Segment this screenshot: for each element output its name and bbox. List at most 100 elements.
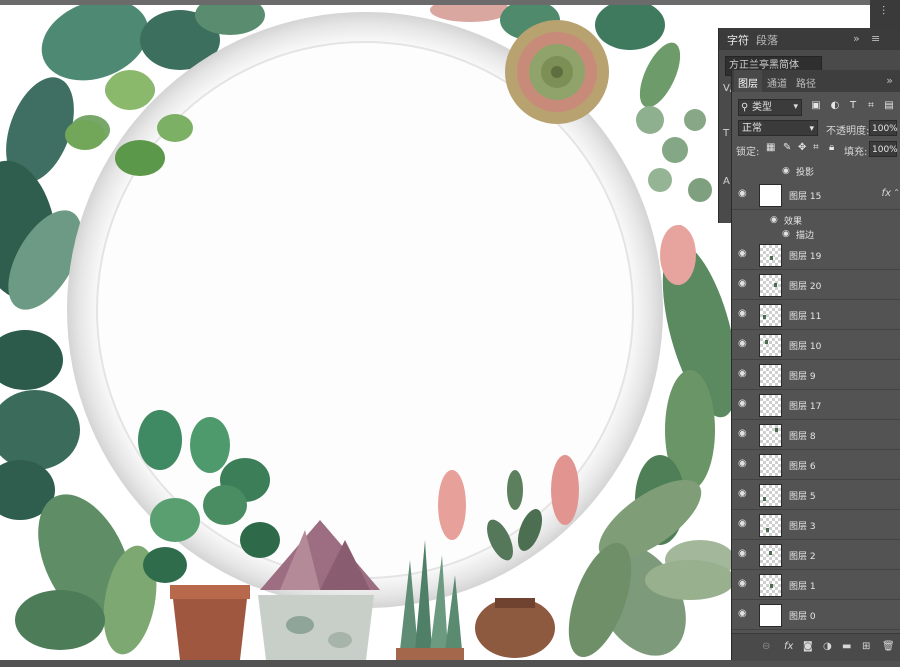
layer-thumbnail — [759, 544, 782, 567]
layer-thumbnail — [759, 424, 782, 447]
layer-name: 图层 17 — [789, 402, 822, 412]
layer-row[interactable]: ◉ 图层 17 — [732, 390, 900, 420]
filter-adjustment-icon[interactable]: ◐ — [829, 100, 841, 112]
layer-row[interactable]: ◉ 图层 3 — [732, 510, 900, 540]
eye-icon[interactable]: ◉ — [738, 339, 750, 349]
panel-icon-1[interactable]: ⫶ — [882, 4, 885, 19]
lock-row: 锁定: ▦ ✎ ✥ ⌗ 🔒︎ 填充: 100% — [732, 139, 900, 159]
layers-panel-tabs: 图层 通道 路径 » — [732, 70, 900, 92]
filter-pixel-icon[interactable]: ▣ — [810, 100, 822, 112]
panel-menu-icon[interactable]: ≡ — [871, 32, 880, 45]
eye-icon[interactable]: ◉ — [738, 189, 750, 199]
fx-icon[interactable]: fx — [784, 641, 793, 652]
eye-icon[interactable]: ◉ — [738, 309, 750, 319]
layer-name: 图层 10 — [789, 342, 822, 352]
mask-icon[interactable]: ◙ — [803, 641, 813, 652]
tab-paragraph[interactable]: 段落 — [756, 32, 778, 48]
blend-mode-select[interactable]: 正常 ▾ — [738, 120, 818, 136]
layer-row[interactable]: ◉ 图层 2 — [732, 540, 900, 570]
lock-transparent-icon[interactable]: ▦ — [766, 142, 775, 153]
layer-row[interactable]: ◉ 图层 15 fx ⌃ — [732, 180, 900, 210]
new-layer-icon[interactable]: ⊞ — [862, 641, 870, 652]
eye-icon[interactable]: ◉ — [738, 369, 750, 379]
tab-character[interactable]: 字符 — [727, 32, 749, 48]
blend-mode-value: 正常 — [742, 123, 762, 134]
layer-row[interactable]: ◉ 图层 10 — [732, 330, 900, 360]
layer-name: 图层 1 — [789, 582, 816, 592]
eye-icon[interactable]: ◉ — [770, 215, 778, 225]
eye-icon[interactable]: ◉ — [738, 489, 750, 499]
filter-smart-object-icon[interactable]: ▤ — [883, 100, 895, 112]
effect-row-stroke[interactable]: ◉ 描边 — [732, 226, 900, 241]
layer-name: 图层 3 — [789, 522, 816, 532]
lock-brush-icon[interactable]: ✎ — [783, 142, 791, 153]
character-panel-tabs: 字符 段落 » ≡ — [719, 28, 900, 50]
opacity-input[interactable]: 100% — [869, 120, 898, 136]
eye-icon[interactable]: ◉ — [738, 399, 750, 409]
collapse-icon[interactable]: » — [886, 74, 893, 87]
filter-kind-label: 类型 — [752, 102, 772, 113]
layer-row[interactable]: ◉ 图层 20 — [732, 270, 900, 300]
collapse-icon[interactable]: » — [853, 32, 860, 45]
eye-icon[interactable]: ◉ — [738, 459, 750, 469]
layer-name: 图层 15 — [789, 192, 822, 202]
trash-icon[interactable]: 🗑︎ — [882, 641, 895, 652]
layer-row[interactable]: ◉ 图层 8 — [732, 420, 900, 450]
filter-shape-icon[interactable]: ⌗ — [865, 100, 877, 112]
layer-name: 图层 5 — [789, 492, 816, 502]
effect-row-drop-shadow[interactable]: ◉ 投影 — [732, 163, 900, 178]
layer-row[interactable]: ◉ 图层 0 — [732, 600, 900, 630]
layer-row[interactable]: ◉ 图层 6 — [732, 450, 900, 480]
eye-icon[interactable]: ◉ — [738, 549, 750, 559]
eye-icon[interactable]: ◉ — [738, 609, 750, 619]
lock-all-icon[interactable]: 🔒︎ — [829, 142, 834, 153]
chevron-down-icon: ▾ — [809, 124, 814, 134]
layer-thumbnail — [759, 394, 782, 417]
layer-row[interactable]: ◉ 图层 11 — [732, 300, 900, 330]
layer-filter-row: ⚲ 类型 ▾ ▣ ◐ T ⌗ ▤ — [732, 96, 900, 116]
layer-row[interactable]: ◉ 图层 9 — [732, 360, 900, 390]
blend-row: 正常 ▾ 不透明度: 100% — [732, 118, 900, 138]
link-icon[interactable]: ⊖ — [762, 641, 770, 652]
eye-icon[interactable]: ◉ — [738, 579, 750, 589]
eye-icon[interactable]: ◉ — [782, 166, 790, 176]
layers-panel-footer: ⊖ fx ◙ ◑ ▬ ⊞ 🗑︎ — [732, 633, 900, 661]
layer-row[interactable]: ◉ 图层 19 — [732, 240, 900, 270]
layer-name: 图层 9 — [789, 372, 816, 382]
layer-name: 图层 2 — [789, 552, 816, 562]
layer-row[interactable]: ◉ 图层 5 — [732, 480, 900, 510]
lock-move-icon[interactable]: ✥ — [798, 142, 806, 153]
eye-icon[interactable]: ◉ — [738, 519, 750, 529]
layer-name: 图层 0 — [789, 612, 816, 622]
effect-name: 投影 — [796, 168, 815, 178]
tab-paths[interactable]: 路径 — [796, 75, 816, 90]
eye-icon[interactable]: ◉ — [738, 279, 750, 289]
layer-thumbnail — [759, 244, 782, 267]
filter-kind-select[interactable]: ⚲ 类型 ▾ — [738, 99, 802, 116]
chevron-down-icon: ▾ — [793, 102, 798, 112]
effects-group-row[interactable]: ◉ 效果 — [732, 212, 900, 227]
tab-channels[interactable]: 通道 — [767, 75, 787, 90]
layer-thumbnail — [759, 604, 782, 627]
eye-icon[interactable]: ◉ — [738, 249, 750, 259]
fx-icon[interactable]: fx — [882, 188, 891, 199]
chevron-up-icon[interactable]: ⌃ — [893, 188, 900, 197]
top-ruler — [0, 0, 880, 5]
layer-list[interactable]: ◉ 投影 ◉ 图层 15 fx ⌃ ◉ 效果 ◉ 描边 ◉ 图层 19 ◉ 图层… — [732, 159, 900, 633]
filter-type-icon[interactable]: T — [847, 100, 859, 112]
fill-input[interactable]: 100% — [869, 141, 898, 157]
layer-thumbnail — [759, 454, 782, 477]
eye-icon[interactable]: ◉ — [738, 429, 750, 439]
layer-thumbnail — [759, 514, 782, 537]
lock-artboard-icon[interactable]: ⌗ — [813, 142, 819, 153]
layer-thumbnail — [759, 274, 782, 297]
folder-icon[interactable]: ▬ — [842, 641, 851, 652]
fill-label: 填充: — [844, 147, 868, 158]
adjustment-icon[interactable]: ◑ — [823, 641, 832, 652]
eye-icon[interactable]: ◉ — [782, 229, 790, 239]
layer-name: 图层 19 — [789, 252, 822, 262]
tab-layers[interactable]: 图层 — [734, 70, 762, 92]
layer-row[interactable]: ◉ 图层 1 — [732, 570, 900, 600]
layer-name: 图层 8 — [789, 432, 816, 442]
opacity-label: 不透明度: — [826, 126, 870, 137]
